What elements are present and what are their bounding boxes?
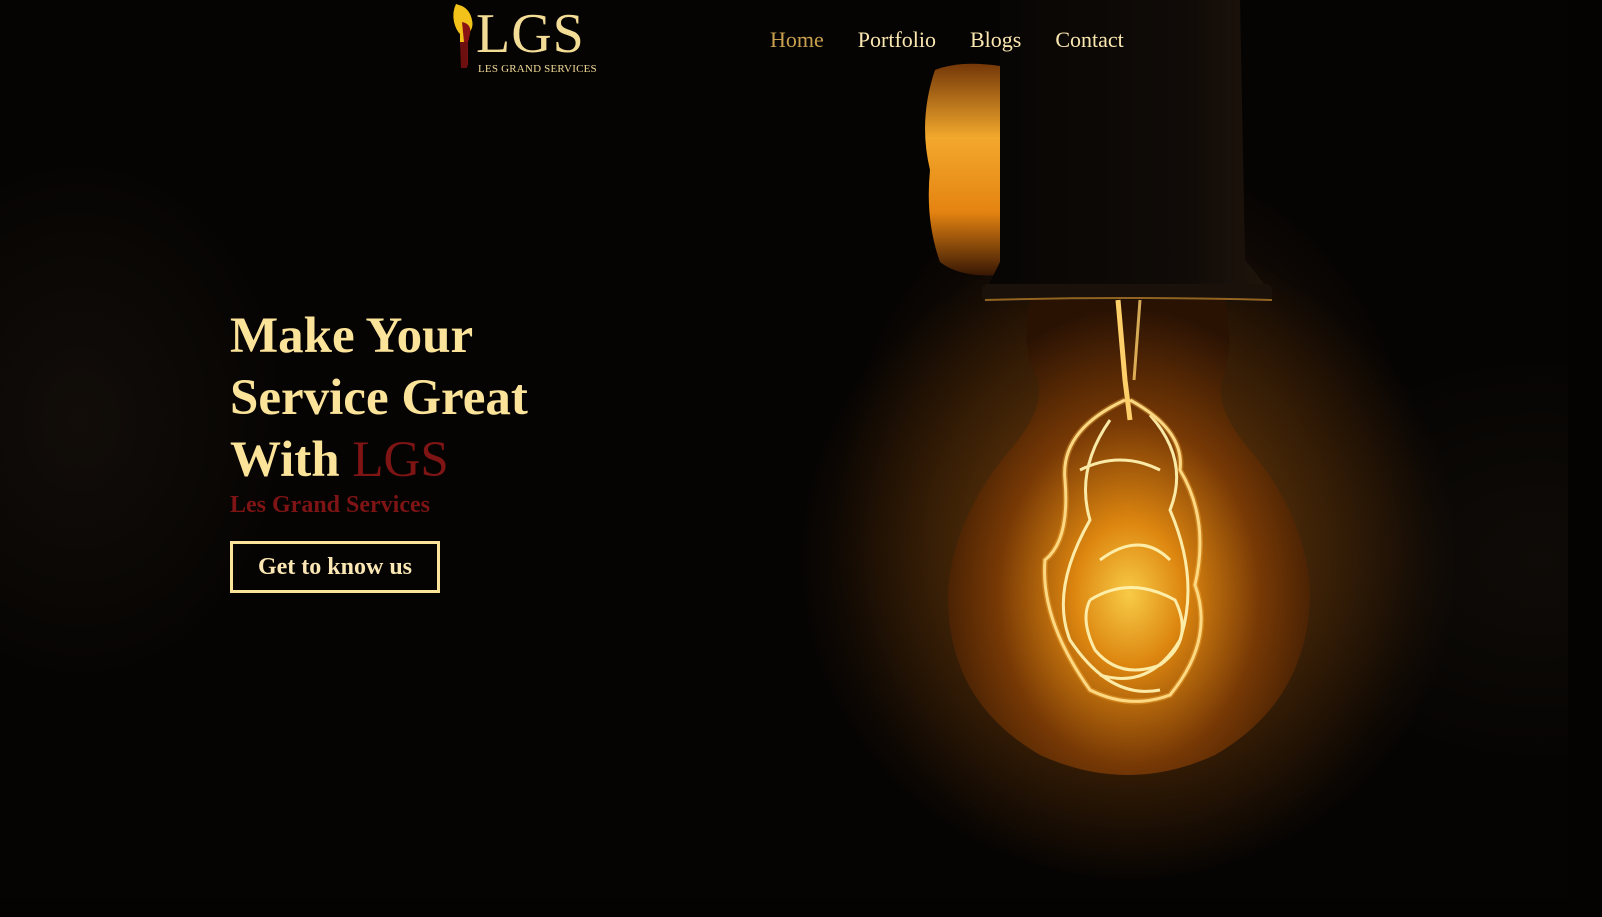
nav-portfolio[interactable]: Portfolio [858,26,936,54]
hero-title-line2: Service Great [230,370,528,426]
get-to-know-us-button[interactable]: Get to know us [230,541,440,593]
logo-tagline: LES GRAND SERVICES [478,63,597,75]
hero-section: Make Your Service Great With LGS Les Gra… [230,305,750,593]
hero-title: Make Your Service Great With LGS [230,305,750,491]
hero-page: LGS LES GRAND SERVICES Home Portfolio Bl… [0,0,1568,898]
brand-logo[interactable]: LGS LES GRAND SERVICES [452,2,597,78]
logo-letters: LGS [476,3,585,65]
hero-title-accent: LGS [352,432,449,488]
hero-subtitle: Les Grand Services [230,492,430,518]
hero-title-line1: Make Your [230,308,474,364]
main-nav: Home Portfolio Blogs Contact [770,26,1124,54]
nav-contact[interactable]: Contact [1055,26,1123,54]
nav-home[interactable]: Home [770,26,824,54]
nav-blogs[interactable]: Blogs [970,26,1021,54]
hero-title-line3: With [230,432,353,488]
lightbulb-icon [453,4,473,68]
